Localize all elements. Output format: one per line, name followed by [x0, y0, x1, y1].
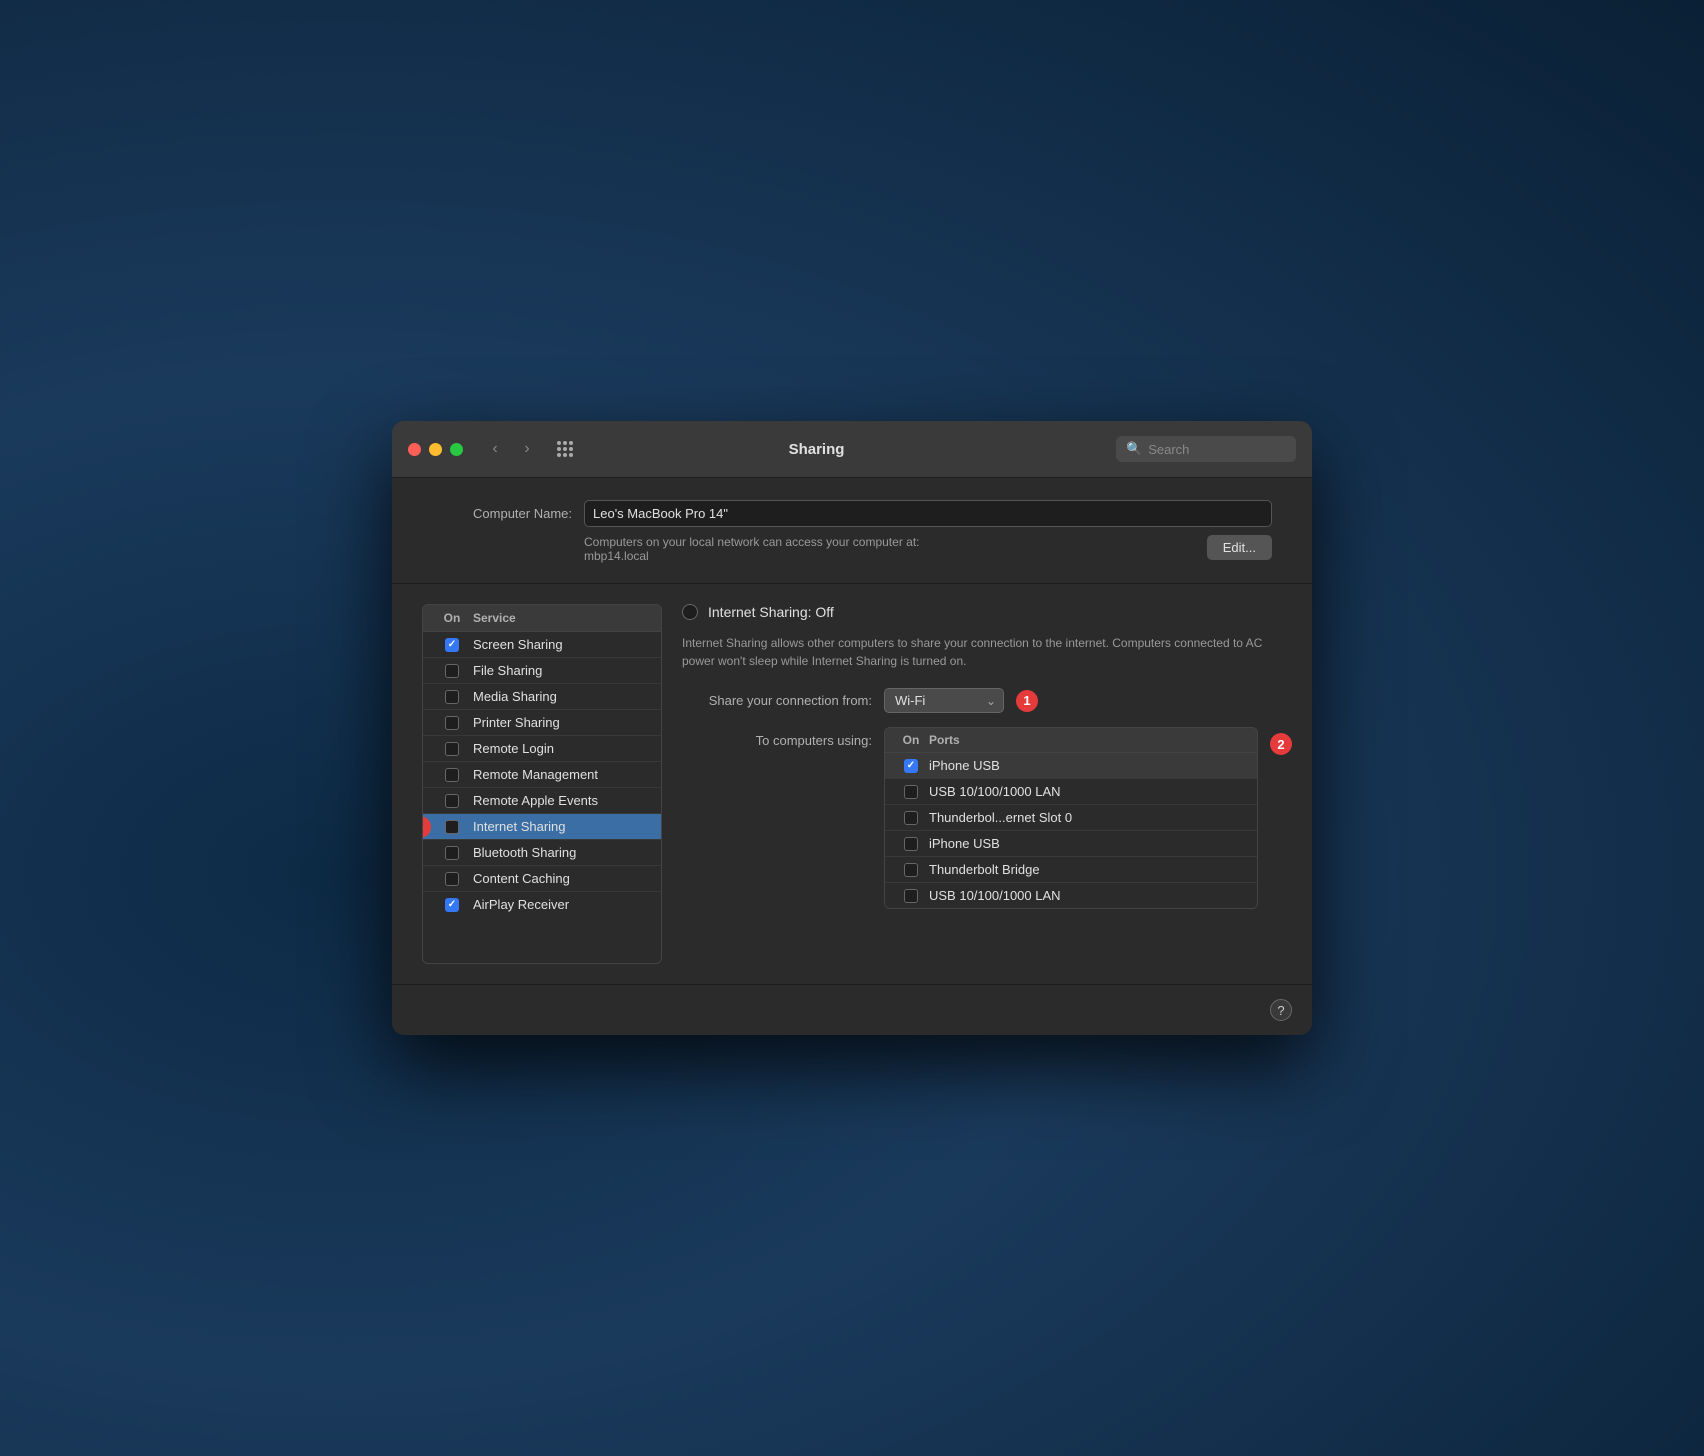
service-item[interactable]: Remote Login [423, 736, 661, 762]
computer-name-section: Computer Name: Computers on your local n… [392, 478, 1312, 584]
title-bar: ‹ › Sharing 🔍 [392, 421, 1312, 478]
internet-sharing-title: Internet Sharing: Off [708, 604, 834, 620]
port-name: Thunderbol...ernet Slot 0 [929, 810, 1249, 825]
sharing-window: ‹ › Sharing 🔍 Computer Name: Computers o… [392, 421, 1312, 1035]
search-box[interactable]: 🔍 [1116, 436, 1296, 462]
service-name: Remote Login [473, 741, 653, 756]
port-checkbox[interactable] [904, 889, 918, 903]
service-name: Printer Sharing [473, 715, 653, 730]
service-checkbox[interactable] [445, 768, 459, 782]
port-name: iPhone USB [929, 758, 1249, 773]
connection-from-row: Share your connection from: Wi-Fi 1 [682, 688, 1292, 713]
col-on-header: On [431, 611, 473, 625]
service-name: Internet Sharing [473, 819, 653, 834]
service-item[interactable]: AirPlay Receiver [423, 892, 661, 917]
service-checkbox[interactable] [445, 820, 459, 834]
service-item[interactable]: Bluetooth Sharing [423, 840, 661, 866]
main-content: On Service Screen Sharing File Sharing M… [392, 584, 1312, 984]
fullscreen-button[interactable] [450, 443, 463, 456]
back-button[interactable]: ‹ [481, 435, 509, 463]
port-row[interactable]: iPhone USB [885, 753, 1257, 779]
services-header: On Service [423, 605, 661, 632]
service-checkbox[interactable] [445, 742, 459, 756]
service-item[interactable]: Media Sharing [423, 684, 661, 710]
service-checkbox[interactable] [445, 716, 459, 730]
service-item[interactable]: Screen Sharing [423, 632, 661, 658]
service-checkbox[interactable] [445, 690, 459, 704]
port-row[interactable]: Thunderbol...ernet Slot 0 [885, 805, 1257, 831]
internet-sharing-toggle: Internet Sharing: Off [682, 604, 1292, 620]
service-name: Bluetooth Sharing [473, 845, 653, 860]
port-checkbox[interactable] [904, 811, 918, 825]
badge-3: 3 [422, 816, 431, 838]
ports-col-ports: Ports [929, 733, 1249, 747]
service-checkbox[interactable] [445, 664, 459, 678]
port-row[interactable]: USB 10/100/1000 LAN [885, 883, 1257, 908]
service-name: Remote Management [473, 767, 653, 782]
service-name: Screen Sharing [473, 637, 653, 652]
service-item[interactable]: Printer Sharing [423, 710, 661, 736]
bottom-bar: ? [392, 984, 1312, 1035]
connection-from-select[interactable]: Wi-Fi [884, 688, 1004, 713]
ports-col-on: On [893, 733, 929, 747]
badge-2: 2 [1270, 733, 1292, 755]
connection-from-select-wrapper: Wi-Fi [884, 688, 1004, 713]
port-row[interactable]: Thunderbolt Bridge [885, 857, 1257, 883]
badge-1: 1 [1016, 690, 1038, 712]
port-checkbox[interactable] [904, 785, 918, 799]
computer-name-desc: Computers on your local network can acce… [584, 535, 1195, 563]
port-name: Thunderbolt Bridge [929, 862, 1249, 877]
minimize-button[interactable] [429, 443, 442, 456]
help-button[interactable]: ? [1270, 999, 1292, 1021]
service-checkbox[interactable] [445, 638, 459, 652]
ports-header: On Ports [885, 728, 1257, 753]
services-list: Screen Sharing File Sharing Media Sharin… [423, 632, 661, 917]
service-item[interactable]: Content Caching [423, 866, 661, 892]
services-panel: On Service Screen Sharing File Sharing M… [422, 604, 662, 964]
service-name: Content Caching [473, 871, 653, 886]
service-item[interactable]: Remote Apple Events [423, 788, 661, 814]
ports-label: To computers using: [682, 727, 872, 748]
port-row[interactable]: iPhone USB [885, 831, 1257, 857]
service-checkbox[interactable] [445, 794, 459, 808]
search-icon: 🔍 [1126, 441, 1142, 457]
ports-table: On Ports iPhone USB USB 10/100/1000 LAN … [884, 727, 1258, 909]
port-name: USB 10/100/1000 LAN [929, 784, 1249, 799]
edit-button[interactable]: Edit... [1207, 535, 1272, 560]
service-item[interactable]: Remote Management [423, 762, 661, 788]
port-row[interactable]: USB 10/100/1000 LAN [885, 779, 1257, 805]
service-checkbox[interactable] [445, 846, 459, 860]
port-checkbox[interactable] [904, 759, 918, 773]
service-name: Media Sharing [473, 689, 653, 704]
close-button[interactable] [408, 443, 421, 456]
service-item[interactable]: File Sharing [423, 658, 661, 684]
service-item[interactable]: 3 Internet Sharing [423, 814, 661, 840]
col-service-header: Service [473, 611, 653, 625]
ports-section: To computers using: On Ports iPhone USB … [682, 727, 1292, 909]
computer-name-input[interactable] [584, 500, 1272, 527]
search-input[interactable] [1148, 442, 1286, 457]
traffic-lights [408, 443, 463, 456]
window-title: Sharing [529, 441, 1104, 458]
service-name: AirPlay Receiver [473, 897, 653, 912]
service-name: Remote Apple Events [473, 793, 653, 808]
computer-name-label: Computer Name: [432, 506, 572, 521]
internet-sharing-desc: Internet Sharing allows other computers … [682, 634, 1292, 670]
port-name: iPhone USB [929, 836, 1249, 851]
service-checkbox[interactable] [445, 872, 459, 886]
port-checkbox[interactable] [904, 863, 918, 877]
internet-sharing-radio[interactable] [682, 604, 698, 620]
port-name: USB 10/100/1000 LAN [929, 888, 1249, 903]
service-checkbox[interactable] [445, 898, 459, 912]
right-panel: Internet Sharing: Off Internet Sharing a… [662, 604, 1292, 964]
service-name: File Sharing [473, 663, 653, 678]
ports-list: iPhone USB USB 10/100/1000 LAN Thunderbo… [885, 753, 1257, 908]
connection-from-label: Share your connection from: [682, 693, 872, 708]
port-checkbox[interactable] [904, 837, 918, 851]
